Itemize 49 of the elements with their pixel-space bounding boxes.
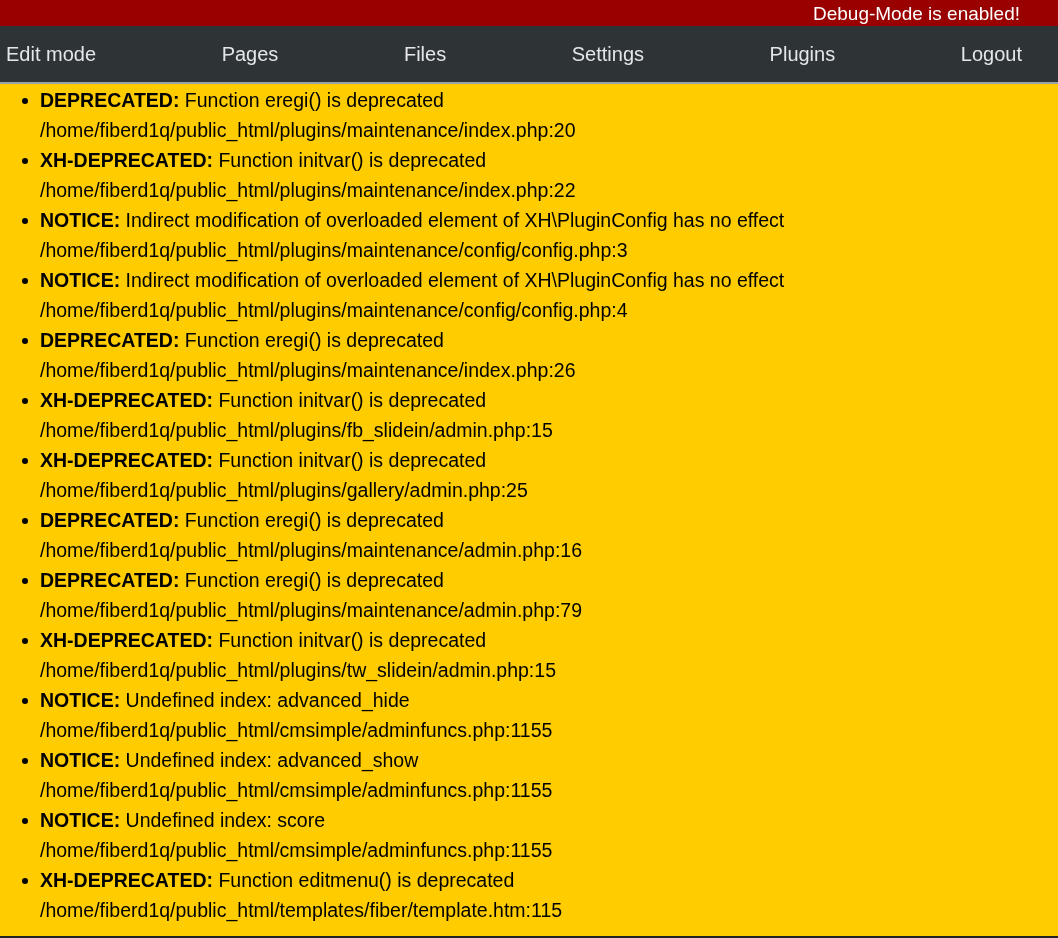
message-text: XH-DEPRECATED: Function initvar() is deprecated	[40, 149, 487, 171]
file-location: /home/fiberd1q/public_html/plugins/maintenance/index.php:20	[40, 119, 576, 141]
file-location: /home/fiberd1q/public_html/cmsimple/adminfuncs.php:1155	[40, 839, 553, 861]
file-location: /home/fiberd1q/public_html/plugins/maintenance/index.php:26	[40, 359, 576, 381]
menu-link[interactable]: Edit mode	[6, 39, 97, 69]
bullet-icon	[22, 878, 28, 884]
message-text: DEPRECATED: Function eregi() is deprecated	[40, 329, 444, 351]
file-location: /home/fiberd1q/public_html/plugins/maintenance/index.php:22	[40, 179, 576, 201]
bullet-icon	[22, 338, 28, 344]
bullet-icon	[22, 458, 28, 464]
message-text: XH-DEPRECATED: Function initvar() is deprecated	[40, 449, 487, 471]
file-location: /home/fiberd1q/public_html/plugins/maintenance/admin.php:79	[40, 599, 582, 621]
menu-link[interactable]: Settings	[571, 39, 644, 69]
file-location: /home/fiberd1q/public_html/cmsimple/adminfuncs.php:1155	[40, 779, 553, 801]
bullet-icon	[22, 698, 28, 704]
message-text: NOTICE: Indirect modification of overloaded element of XH\PluginConfig has no effect	[40, 269, 785, 291]
message-text: XH-DEPRECATED: Function initvar() is deprecated	[40, 629, 487, 651]
bullet-icon	[22, 578, 28, 584]
menu-link[interactable]: Logout	[960, 39, 1022, 69]
bullet-icon	[22, 818, 28, 824]
file-location: /home/fiberd1q/public_html/plugins/maintenance/config/config.php:4	[40, 299, 628, 321]
file-location: /home/fiberd1q/public_html/cmsimple/adminfuncs.php:1155	[40, 719, 553, 741]
message-text: NOTICE: Undefined index: advanced_show	[40, 749, 419, 771]
bullet-icon	[22, 638, 28, 644]
menu-link[interactable]: Pages	[221, 39, 279, 69]
message-text: XH-DEPRECATED: Function editmenu() is deprecated	[40, 869, 515, 891]
file-location: /home/fiberd1q/public_html/plugins/maintenance/admin.php:16	[40, 539, 582, 561]
bullet-icon	[22, 98, 28, 104]
bullet-icon	[22, 398, 28, 404]
file-location: /home/fiberd1q/public_html/plugins/gallery/admin.php:25	[40, 479, 528, 501]
file-location: /home/fiberd1q/public_html/plugins/fb_slidein/admin.php:15	[40, 419, 553, 441]
message-text: XH-DEPRECATED: Function initvar() is deprecated	[40, 389, 487, 411]
file-location: /home/fiberd1q/public_html/plugins/tw_slidein/admin.php:15	[40, 659, 556, 681]
bullet-icon	[22, 518, 28, 524]
message-text: DEPRECATED: Function eregi() is deprecated	[40, 509, 444, 531]
bullet-icon	[22, 158, 28, 164]
message-text: NOTICE: Undefined index: score	[40, 809, 326, 831]
message-text: NOTICE: Undefined index: advanced_hide	[40, 689, 410, 711]
message-text: DEPRECATED: Function eregi() is deprecated	[40, 89, 444, 111]
bullet-icon	[22, 218, 28, 224]
menu-link[interactable]: Plugins	[769, 39, 836, 69]
bullet-icon	[22, 278, 28, 284]
debug-message: Debug-Mode is enabled!	[812, 3, 1020, 23]
file-location: /home/fiberd1q/public_html/plugins/maintenance/config/config.php:3	[40, 239, 628, 261]
message-text: DEPRECATED: Function eregi() is deprecated	[40, 569, 444, 591]
bullet-icon	[22, 758, 28, 764]
menu-link[interactable]: Files	[403, 39, 447, 69]
file-location: /home/fiberd1q/public_html/templates/fiber/template.htm:115	[40, 899, 563, 921]
message-text: NOTICE: Indirect modification of overloaded element of XH\PluginConfig has no effect	[40, 209, 785, 231]
